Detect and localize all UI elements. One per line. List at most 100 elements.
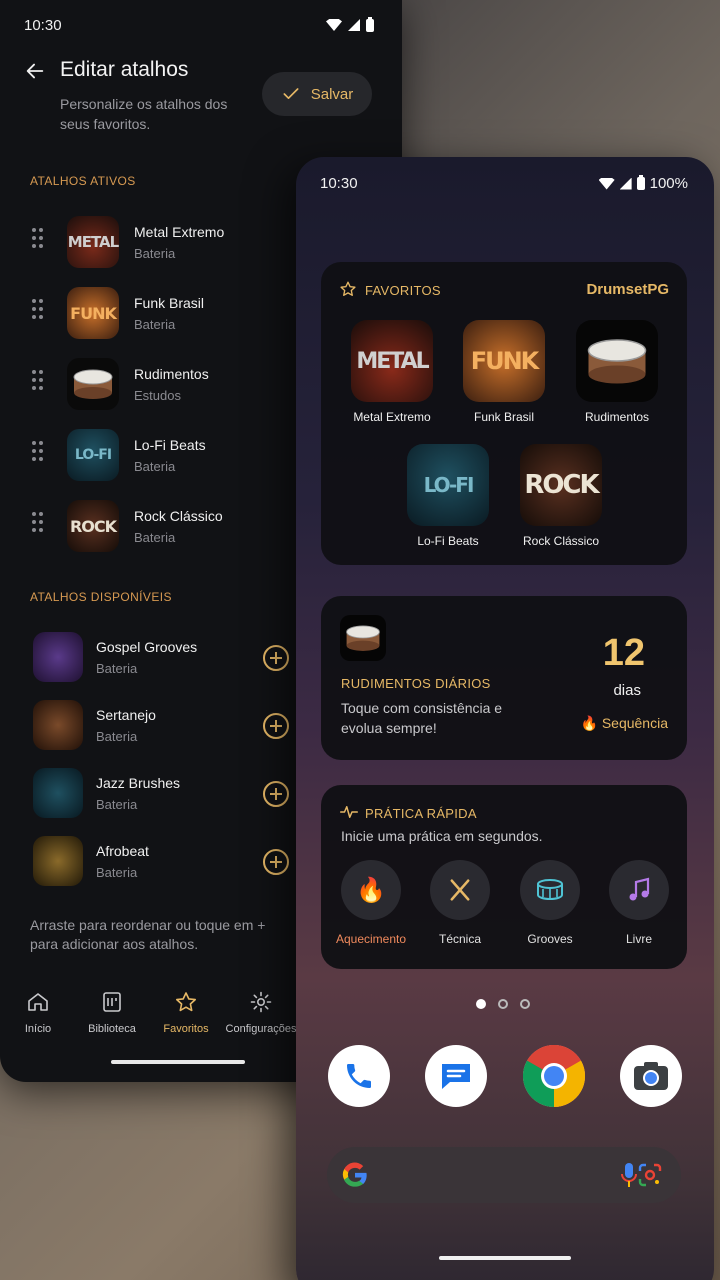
page-title: Editar atalhos (60, 58, 189, 81)
brand-name: DrumsetPG (586, 281, 669, 298)
home-screen: 10:30 100% FAVORITOS DrumsetPG METAL Met… (296, 157, 714, 1280)
grooves-action[interactable]: Grooves (505, 860, 595, 946)
technique-action[interactable]: Técnica (415, 860, 505, 946)
snare-drum-artwork (340, 615, 386, 661)
add-shortcut-button[interactable] (263, 713, 289, 739)
nav-favorites[interactable]: Favoritos (158, 990, 214, 1035)
drag-handle-icon[interactable] (32, 370, 44, 392)
shortcut-title: Jazz Brushes (96, 775, 181, 791)
funk-artwork: FUNK (463, 320, 545, 402)
metal-artwork: METAL (67, 216, 119, 268)
favorite-shortcut[interactable]: ROCK Rock Clássico (511, 444, 611, 548)
save-label: Salvar (310, 85, 354, 103)
save-button[interactable]: Salvar (262, 72, 372, 116)
drag-handle-icon[interactable] (32, 512, 44, 534)
drag-handle-icon[interactable] (32, 228, 44, 250)
drag-handle-icon[interactable] (32, 441, 44, 463)
warmup-action[interactable]: 🔥 Aquecimento (326, 860, 416, 946)
microphone-icon[interactable] (619, 1161, 639, 1189)
battery-icon (636, 175, 645, 190)
action-label: Técnica (438, 932, 482, 946)
shortcut-category: Bateria (96, 865, 138, 880)
favorite-shortcut[interactable]: FUNK Funk Brasil (454, 320, 554, 424)
afrobeat-artwork (33, 836, 83, 886)
snare-drum-artwork (576, 320, 658, 402)
favorite-label: Lo-Fi Beats (417, 534, 479, 548)
shortcut-title: Metal Extremo (134, 224, 225, 240)
nav-home[interactable]: Início (14, 990, 62, 1035)
shortcut-category: Bateria (96, 729, 138, 744)
action-label: Grooves (527, 932, 573, 946)
music-note-icon (609, 860, 669, 920)
nav-label: Favoritos (163, 1023, 209, 1035)
google-search-bar[interactable] (327, 1147, 681, 1203)
snare-drum-icon (346, 625, 380, 651)
wifi-icon (326, 19, 342, 31)
funk-artwork: FUNK (67, 287, 119, 339)
favorite-label: Rudimentos (584, 410, 650, 424)
messages-app[interactable] (425, 1045, 488, 1107)
status-bar: 10:30 (24, 14, 374, 36)
shortcut-title: Gospel Grooves (96, 639, 198, 655)
metal-artwork: METAL (351, 320, 433, 402)
nav-library[interactable]: Biblioteca (82, 990, 142, 1035)
star-icon (340, 281, 356, 296)
drag-handle-icon[interactable] (32, 299, 44, 321)
drum-icon (520, 860, 580, 920)
messages-icon (442, 1064, 471, 1089)
phone-icon (347, 1064, 371, 1088)
active-section-label: ATALHOS ATIVOS (30, 174, 136, 188)
add-shortcut-button[interactable] (263, 781, 289, 807)
favorite-shortcut[interactable]: METAL Metal Extremo (342, 320, 442, 424)
shortcut-title: Rudimentos (134, 366, 209, 382)
favorite-label: Rock Clássico (522, 534, 600, 548)
status-time: 10:30 (24, 16, 62, 34)
page-subtitle: Personalize os atalhos dos seus favorito… (60, 96, 228, 132)
camera-app[interactable] (619, 1045, 682, 1107)
gesture-bar[interactable] (111, 1060, 245, 1064)
shortcut-category: Bateria (96, 661, 138, 676)
google-g-icon (342, 1162, 367, 1187)
favorite-shortcut[interactable]: LO-FI Lo-Fi Beats (398, 444, 498, 548)
chrome-icon (522, 1045, 585, 1107)
snare-drum-icon (73, 369, 113, 399)
shortcut-title: Funk Brasil (134, 295, 205, 311)
add-shortcut-button[interactable] (263, 849, 289, 875)
rudiments-heading: RUDIMENTOS DIÁRIOS (341, 676, 491, 691)
phone-app[interactable] (328, 1045, 390, 1107)
free-action[interactable]: Livre (594, 860, 684, 946)
action-label: Aquecimento (335, 932, 407, 946)
back-arrow-icon[interactable] (24, 60, 46, 82)
streak-unit: dias (613, 682, 641, 699)
app-dock (328, 1045, 682, 1107)
snare-drum-icon (587, 339, 647, 384)
google-lens-icon[interactable] (637, 1162, 663, 1188)
fire-icon: 🔥 (341, 860, 401, 920)
gesture-bar[interactable] (439, 1256, 571, 1260)
gear-icon (250, 991, 272, 1013)
rudiments-text: Toque com consistência e evolua sempre! (341, 700, 503, 736)
available-section-label: ATALHOS DISPONÍVEIS (30, 590, 172, 604)
wifi-icon (598, 177, 615, 190)
shortcut-category: Bateria (134, 459, 176, 474)
nav-settings[interactable]: Configurações (222, 990, 300, 1035)
battery-percent: 100% (649, 175, 688, 192)
library-icon (103, 992, 121, 1012)
quick-practice-widget: PRÁTICA RÁPIDA Inicie uma prática em seg… (321, 785, 687, 969)
favorite-label: Metal Extremo (353, 410, 431, 424)
favorites-heading: FAVORITOS (365, 283, 441, 298)
shortcut-category: Bateria (134, 530, 176, 545)
lofi-artwork: LO-FI (407, 444, 489, 526)
shortcut-category: Bateria (96, 797, 138, 812)
star-icon (176, 992, 196, 1012)
shortcut-title: Rock Clássico (134, 508, 223, 524)
status-time: 10:30 (320, 175, 358, 192)
lofi-artwork: LO-FI (67, 429, 119, 481)
gospel-artwork (33, 632, 83, 682)
add-shortcut-button[interactable] (263, 645, 289, 671)
daily-rudiments-widget[interactable]: RUDIMENTOS DIÁRIOS Toque com consistênci… (321, 596, 687, 760)
favorite-shortcut[interactable]: Rudimentos (567, 320, 667, 424)
sticks-icon (430, 860, 490, 920)
chrome-app[interactable] (522, 1045, 585, 1107)
quick-practice-heading: PRÁTICA RÁPIDA (365, 806, 477, 821)
